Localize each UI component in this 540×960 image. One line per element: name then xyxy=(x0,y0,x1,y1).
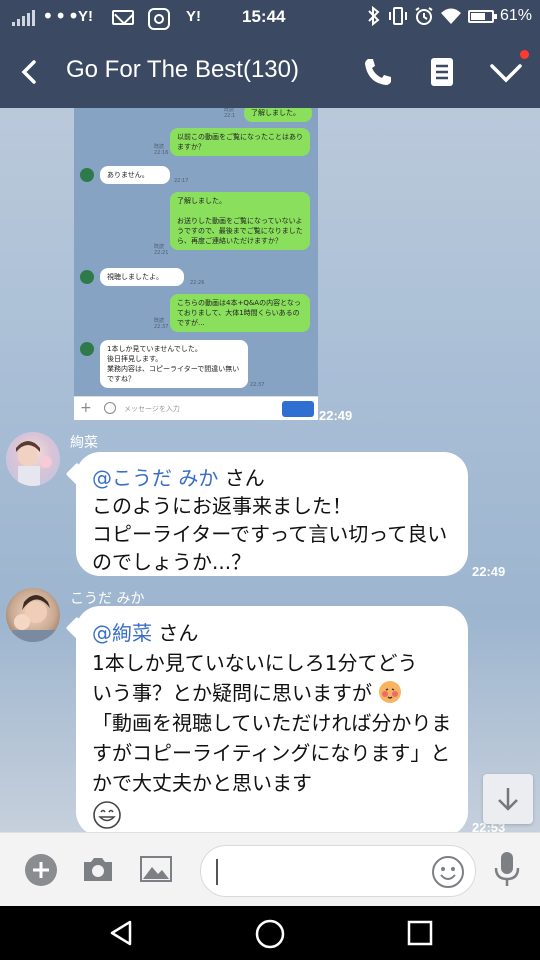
overflow-dots: ••• xyxy=(42,4,81,28)
screenshot-image[interactable]: 了解しました。 既読 22:1 以前この動画をご覧になったことはありますか？ 既… xyxy=(74,108,318,420)
inner-bubble: 了解しました。 お送りした動画をご覧になっていないようですので、最後までご覧にな… xyxy=(170,192,310,250)
mention[interactable]: @絢菜 xyxy=(92,621,152,645)
text-caret xyxy=(216,859,218,885)
check-chevron-icon[interactable] xyxy=(486,54,526,90)
message-text-2: 「動画を視聴していただければ分かりますがコピーライティングになります」とかで大丈… xyxy=(92,711,452,795)
yahoo-icon-2: Y! xyxy=(186,8,201,25)
message-text: このようにお返事来ました！ コピーライターですって言い切って良いのでしょうか..… xyxy=(92,494,448,574)
note-icon[interactable] xyxy=(426,54,458,90)
smile-emoji-icon xyxy=(93,801,121,829)
chat-area[interactable]: 了解しました。 既読 22:1 以前この動画をご覧になったことはありますか？ 既… xyxy=(0,108,540,832)
vibrate-icon xyxy=(388,7,407,25)
inner-bubble: ありません。 xyxy=(100,166,170,184)
wifi-icon xyxy=(440,8,461,24)
sender-name: 絢菜 xyxy=(70,435,98,451)
mic-icon[interactable] xyxy=(494,851,520,887)
camera-icon[interactable] xyxy=(82,855,114,883)
clock: 15:44 xyxy=(242,7,286,26)
mention[interactable]: @こうだ みか xyxy=(92,466,218,490)
emoji-icon[interactable] xyxy=(431,855,465,889)
inner-emoji-icon xyxy=(104,402,116,414)
message-time: 22:49 xyxy=(472,564,506,579)
inner-bubble: 視聴しましたよ。 xyxy=(100,268,184,286)
blushing-emoji-icon xyxy=(379,681,402,703)
avatar[interactable] xyxy=(6,588,60,642)
inner-meta: 既読 22:16 xyxy=(154,144,169,156)
image-icon[interactable] xyxy=(140,855,172,883)
chat-title: Go For The Best(130) xyxy=(66,56,299,83)
inner-bubble: こちらの動画は4本+Q&Aの内容となっておりまして、大体1時間くらいあるのですが… xyxy=(170,294,310,332)
inner-meta: 22:17 xyxy=(174,178,189,184)
inner-input-bar: + メッセージを入力 xyxy=(74,396,318,420)
back-chevron-icon[interactable] xyxy=(14,56,46,88)
inner-bubble: 了解しました。 xyxy=(244,108,312,122)
inner-avatar xyxy=(80,168,94,182)
inner-meta: 既読 22:21 xyxy=(154,244,169,256)
chat-header: Go For The Best(130) xyxy=(0,36,540,108)
plus-icon[interactable] xyxy=(25,854,57,886)
alarm-icon xyxy=(415,7,433,25)
notification-dot xyxy=(520,50,529,59)
honorific: さん xyxy=(152,621,199,645)
inner-bubble: 以前この動画をご覧になったことはありますか？ xyxy=(170,128,310,156)
inner-meta: 22:26 xyxy=(190,280,205,286)
back-triangle-icon[interactable] xyxy=(106,918,136,948)
yahoo-icon: Y! xyxy=(78,8,93,25)
signal-icon xyxy=(12,10,35,26)
scroll-to-bottom-button[interactable] xyxy=(483,774,533,824)
android-nav-bar xyxy=(0,906,540,960)
inner-meta: 既読 22:37 xyxy=(154,318,169,330)
avatar[interactable] xyxy=(6,432,60,486)
inner-bubble: 1本しか見ていませんでした。 後日拝見します。 業務内容は、コピーライターで間違… xyxy=(100,340,248,388)
inner-plus-icon: + xyxy=(80,400,92,416)
inner-meta: 既読 22:1 xyxy=(224,108,236,119)
inner-placeholder: メッセージを入力 xyxy=(124,405,180,413)
phone-icon[interactable] xyxy=(360,54,396,90)
honorific: さん xyxy=(218,466,265,490)
arrow-down-icon xyxy=(498,788,518,811)
battery-icon xyxy=(467,9,497,23)
message-bubble[interactable]: @絢菜 さん 1本しか見ていないにしろ1分てどう いう事？とか疑問に思いますが … xyxy=(76,606,468,832)
message-input[interactable] xyxy=(200,845,476,897)
sender-name: こうだ みか xyxy=(70,591,145,607)
input-bar xyxy=(0,832,540,906)
message-text: 1本しか見ていないにしろ1分てどう いう事？とか疑問に思いますが xyxy=(92,651,418,705)
inner-avatar xyxy=(80,270,94,284)
bluetooth-icon xyxy=(368,6,380,26)
home-circle-icon[interactable] xyxy=(254,918,286,950)
message-time: 22:49 xyxy=(319,408,353,423)
mail-icon xyxy=(112,10,134,25)
battery-percent: 61% xyxy=(499,7,532,24)
recents-square-icon[interactable] xyxy=(405,918,435,948)
inner-call-icon xyxy=(282,401,314,417)
inner-meta: 22:37 xyxy=(250,382,265,388)
inner-avatar xyxy=(80,342,94,356)
instagram-icon xyxy=(148,8,170,30)
status-bar: ••• Y! Y! 15:44 61% xyxy=(0,0,540,36)
message-bubble[interactable]: @こうだ みか さん このようにお返事来ました！ コピーライターですって言い切っ… xyxy=(76,452,468,576)
